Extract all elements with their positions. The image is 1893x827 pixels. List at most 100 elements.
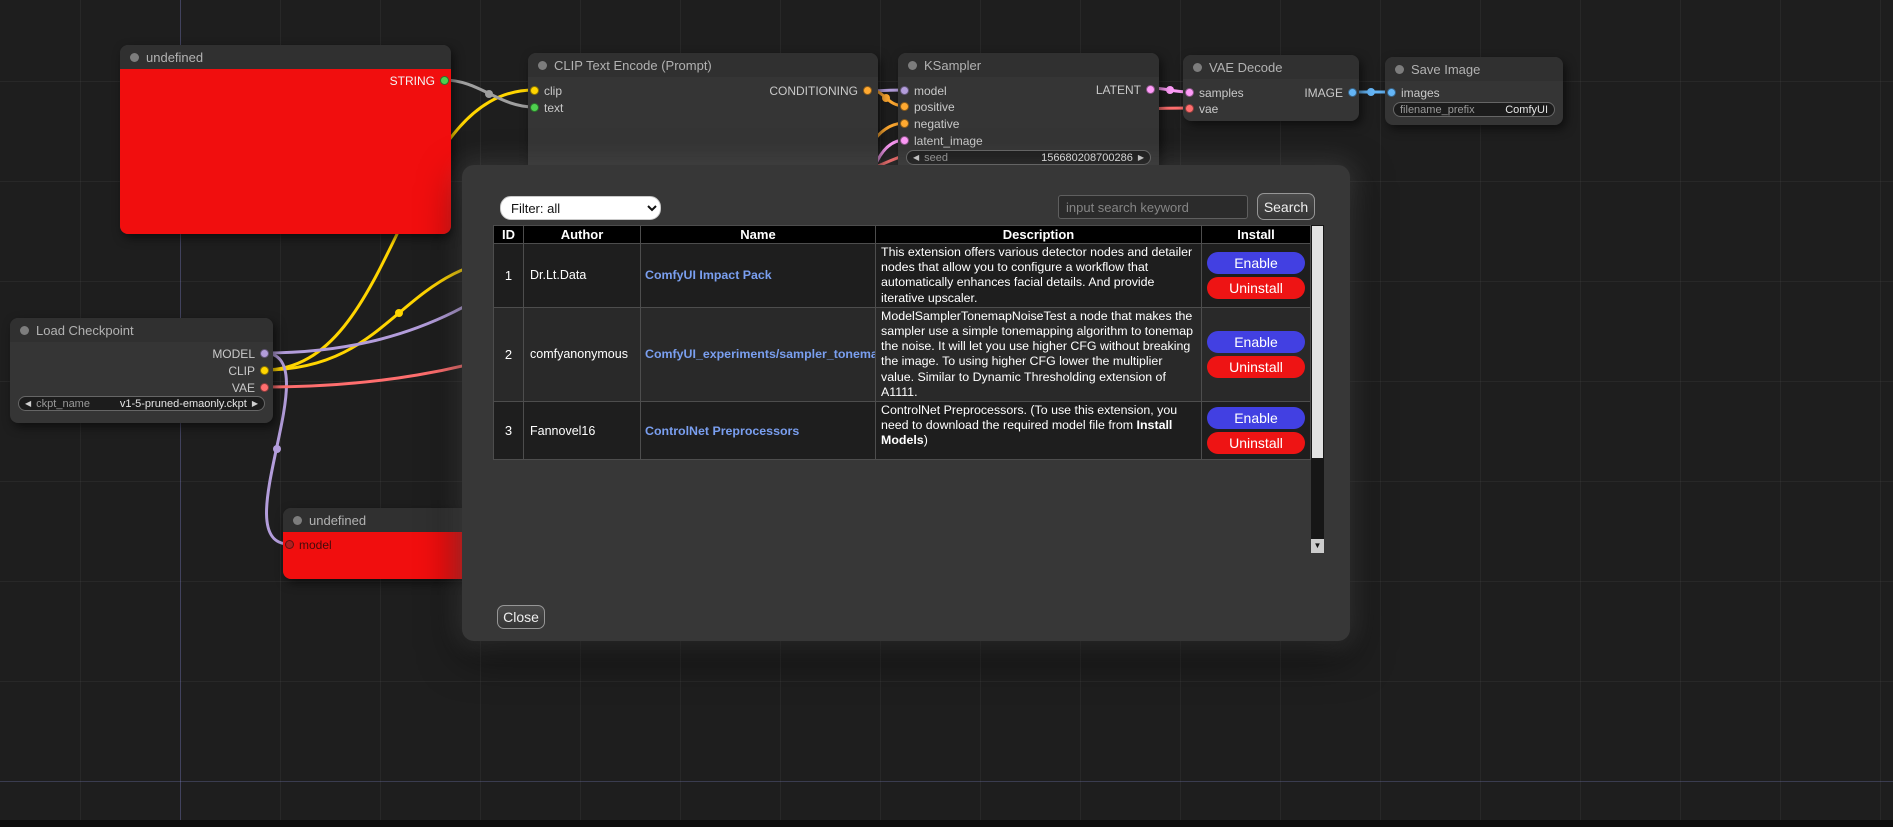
extension-id: 2 (494, 307, 524, 401)
port-vae-input[interactable]: vae (1185, 102, 1218, 115)
scrollbar-thumb[interactable] (1312, 226, 1323, 458)
latent-port-dot[interactable] (1146, 85, 1155, 94)
port-samples-input[interactable]: samples (1185, 86, 1244, 99)
conditioning-port-dot[interactable] (863, 86, 872, 95)
port-clip-output[interactable]: CLIP (228, 364, 269, 377)
collapse-dot-icon[interactable] (1395, 65, 1404, 74)
vae-port-dot[interactable] (260, 383, 269, 392)
clip-port-dot[interactable] (530, 86, 539, 95)
decrement-icon[interactable]: ◀ (913, 150, 919, 165)
port-text-input[interactable]: text (530, 101, 563, 114)
extension-install-cell: Enable Uninstall (1202, 402, 1311, 460)
port-string-output[interactable]: STRING (390, 74, 449, 87)
port-negative-input[interactable]: negative (900, 117, 959, 130)
extension-author: Dr.Lt.Data (524, 244, 641, 308)
extension-link[interactable]: ComfyUI_experiments/sampler_tonemap (645, 347, 876, 361)
port-label: model (914, 84, 947, 98)
node-title: KSampler (924, 58, 981, 73)
ckpt-name-widget[interactable]: ◀ ckpt_name v1-5-pruned-emaonly.ckpt ▶ (18, 396, 265, 411)
vae-port-dot[interactable] (1185, 104, 1194, 113)
increment-icon[interactable]: ▶ (1138, 150, 1144, 165)
filter-select[interactable]: Filter: all (500, 196, 661, 220)
node-load-checkpoint[interactable]: Load Checkpoint MODEL CLIP VAE ◀ ckpt_na… (10, 318, 273, 423)
model-port-dot[interactable] (260, 349, 269, 358)
port-positive-input[interactable]: positive (900, 100, 955, 113)
error-port-dot[interactable] (285, 540, 294, 549)
port-clip-input[interactable]: clip (530, 84, 562, 97)
conditioning-port-dot[interactable] (900, 119, 909, 128)
port-label: MODEL (212, 347, 255, 361)
extension-row: 1 Dr.Lt.Data ComfyUI Impact Pack This ex… (494, 244, 1311, 308)
collapse-dot-icon[interactable] (538, 61, 547, 70)
uninstall-button[interactable]: Uninstall (1207, 432, 1305, 454)
port-label: STRING (390, 74, 435, 88)
node-header[interactable]: CLIP Text Encode (Prompt) (528, 53, 878, 77)
port-label: samples (1199, 86, 1244, 100)
port-label: clip (544, 84, 562, 98)
node-header[interactable]: undefined (120, 45, 451, 69)
error-node-body (120, 69, 451, 234)
widget-value: 156680208700286 (1041, 152, 1133, 164)
node-undefined-top[interactable]: undefined STRING (120, 45, 451, 234)
port-latent-image-input[interactable]: latent_image (900, 134, 983, 147)
extension-link[interactable]: ComfyUI Impact Pack (645, 268, 772, 282)
port-model-output[interactable]: MODEL (212, 347, 269, 360)
column-header: Description (876, 226, 1202, 244)
next-value-icon[interactable]: ▶ (252, 396, 258, 411)
port-model-input[interactable]: model (285, 538, 332, 551)
port-label: vae (1199, 102, 1218, 116)
node-header[interactable]: VAE Decode (1183, 55, 1359, 79)
extension-id: 1 (494, 244, 524, 308)
collapse-dot-icon[interactable] (908, 61, 917, 70)
node-ksampler[interactable]: KSampler model positive negative latent_… (898, 53, 1159, 178)
table-scrollbar[interactable]: ▼ (1311, 225, 1324, 553)
image-port-dot[interactable] (1387, 88, 1396, 97)
grid-origin-horizontal-line (0, 781, 1893, 782)
scroll-down-icon[interactable]: ▼ (1311, 539, 1324, 553)
port-images-input[interactable]: images (1387, 86, 1440, 99)
port-conditioning-output[interactable]: CONDITIONING (769, 84, 872, 97)
port-latent-output[interactable]: LATENT (1096, 83, 1155, 96)
string-port-dot[interactable] (440, 76, 449, 85)
collapse-dot-icon[interactable] (1193, 63, 1202, 72)
enable-button[interactable]: Enable (1207, 407, 1305, 429)
uninstall-button[interactable]: Uninstall (1207, 356, 1305, 378)
image-port-dot[interactable] (1348, 88, 1357, 97)
enable-button[interactable]: Enable (1207, 331, 1305, 353)
column-header: Author (524, 226, 641, 244)
conditioning-port-dot[interactable] (900, 102, 909, 111)
node-header[interactable]: KSampler (898, 53, 1159, 77)
node-header[interactable]: Save Image (1385, 57, 1563, 81)
port-label: CONDITIONING (769, 84, 858, 98)
node-title: Save Image (1411, 62, 1480, 77)
port-label: positive (914, 100, 955, 114)
node-save-image[interactable]: Save Image images filename_prefix ComfyU… (1385, 57, 1563, 125)
port-model-input[interactable]: model (900, 84, 947, 97)
latent-port-dot[interactable] (1185, 88, 1194, 97)
string-port-dot[interactable] (530, 103, 539, 112)
clip-port-dot[interactable] (260, 366, 269, 375)
previous-value-icon[interactable]: ◀ (25, 396, 31, 411)
extension-author: comfyanonymous (524, 307, 641, 401)
node-vae-decode[interactable]: VAE Decode samples vae IMAGE (1183, 55, 1359, 121)
collapse-dot-icon[interactable] (293, 516, 302, 525)
model-port-dot[interactable] (900, 86, 909, 95)
port-vae-output[interactable]: VAE (232, 381, 269, 394)
seed-widget[interactable]: ◀ seed 156680208700286 ▶ (906, 150, 1151, 165)
extension-link[interactable]: ControlNet Preprocessors (645, 424, 799, 438)
close-button[interactable]: Close (497, 605, 545, 629)
extensions-table-body: 1 Dr.Lt.Data ComfyUI Impact Pack This ex… (494, 244, 1311, 460)
search-button[interactable]: Search (1257, 193, 1315, 220)
extensions-table: IDAuthorNameDescriptionInstall 1 Dr.Lt.D… (493, 225, 1311, 460)
uninstall-button[interactable]: Uninstall (1207, 277, 1305, 299)
search-input[interactable] (1058, 195, 1248, 219)
port-image-output[interactable]: IMAGE (1304, 86, 1357, 99)
enable-button[interactable]: Enable (1207, 252, 1305, 274)
node-title: CLIP Text Encode (Prompt) (554, 58, 712, 73)
node-header[interactable]: Load Checkpoint (10, 318, 273, 342)
port-label: IMAGE (1304, 86, 1343, 100)
collapse-dot-icon[interactable] (20, 326, 29, 335)
collapse-dot-icon[interactable] (130, 53, 139, 62)
latent-port-dot[interactable] (900, 136, 909, 145)
filename-prefix-widget[interactable]: filename_prefix ComfyUI (1393, 102, 1555, 117)
